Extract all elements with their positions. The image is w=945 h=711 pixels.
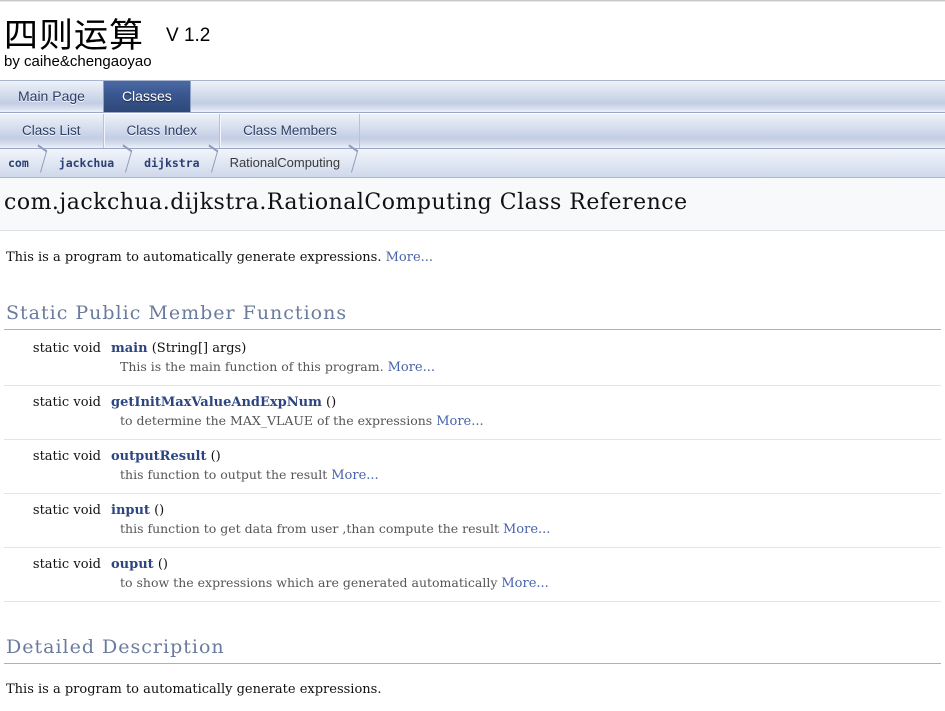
member-signature: main (String[] args) (110, 332, 941, 357)
member-signature: ouput () (110, 548, 941, 573)
tab-class-index-link[interactable]: Class Index (103, 114, 221, 148)
tab-classes[interactable]: Classes (102, 81, 191, 112)
breadcrumb-list: com jackchua dijkstra RationalComputing (0, 149, 945, 177)
breadcrumb-label-rationalcomputing: RationalComputing (229, 155, 341, 170)
breadcrumb-link-dijkstra[interactable]: dijkstra (144, 156, 199, 170)
member-more-link-ouput[interactable]: More... (501, 576, 548, 591)
table-row: static void input () (4, 494, 941, 519)
member-args: () (210, 448, 221, 464)
member-description-text: This is the main function of this progra… (120, 358, 384, 374)
member-return-type: static void (32, 340, 101, 356)
member-more-link-getinitmaxvalueandexpnum[interactable]: More... (436, 414, 483, 429)
secondary-tab-list: Class List Class Index Class Members (0, 114, 945, 148)
member-return-type: static void (32, 556, 101, 572)
project-header: 四则运算 V 1.2 by caihe&chengaoyao (0, 2, 945, 80)
member-description: This is the main function of this progra… (110, 357, 941, 385)
detailed-description-text: This is a program to automatically gener… (6, 681, 382, 697)
table-row: static void main (String[] args) (4, 332, 941, 357)
member-description: this function to output the result More.… (110, 465, 941, 493)
member-description: to show the expressions which are genera… (110, 573, 941, 601)
member-signature: outputResult () (110, 440, 941, 465)
member-name-link-outputresult[interactable]: outputResult (111, 449, 206, 464)
member-name-link-main[interactable]: main (111, 341, 148, 356)
tab-class-list-link[interactable]: Class List (0, 114, 104, 148)
tab-main-page[interactable]: Main Page (0, 81, 103, 112)
member-description-text: to show the expressions which are genera… (120, 574, 498, 590)
table-row: static void ouput () (4, 548, 941, 573)
member-args: (String[] args) (151, 340, 247, 356)
class-brief-text: This is a program to automatically gener… (6, 250, 382, 266)
member-desc-spacer (4, 357, 110, 385)
member-signature: getInitMaxValueAndExpNum () (110, 386, 941, 411)
member-name-link-getinitmaxvalueandexpnum[interactable]: getInitMaxValueAndExpNum (111, 395, 322, 410)
secondary-tab-bar: Class List Class Index Class Members (0, 113, 945, 149)
tab-class-list[interactable]: Class List (0, 114, 104, 148)
member-args: () (326, 394, 337, 410)
table-row: static void outputResult () (4, 440, 941, 465)
project-title: 四则运算 V 1.2 (4, 8, 210, 57)
table-row: static void getInitMaxValueAndExpNum () (4, 386, 941, 411)
primary-tab-bar: Main Page Classes (0, 80, 945, 113)
tab-class-index[interactable]: Class Index (103, 114, 221, 148)
member-name-link-ouput[interactable]: ouput (111, 557, 154, 572)
breadcrumb-item-rationalcomputing: RationalComputing (222, 149, 363, 177)
page-contents: This is a program to automatically gener… (0, 231, 945, 697)
breadcrumb-item-jackchua[interactable]: jackchua (51, 149, 136, 177)
project-title-text: 四则运算 (4, 16, 144, 56)
member-return-type: static void (32, 394, 101, 410)
breadcrumb-link-com[interactable]: com (8, 156, 29, 170)
member-description: this function to get data from user ,tha… (110, 519, 941, 547)
member-desc-spacer (4, 519, 110, 547)
member-description-text: this function to get data from user ,tha… (120, 520, 499, 536)
member-return-type: static void (32, 448, 101, 464)
section-heading-static-public-member-functions: Static Public Member Functions (4, 302, 941, 330)
row-separator (4, 600, 941, 602)
primary-tab-list: Main Page Classes (0, 81, 945, 112)
table-row-description: This is the main function of this progra… (4, 357, 941, 385)
member-args: () (157, 556, 168, 572)
class-brief-description: This is a program to automatically gener… (4, 231, 941, 268)
page-title: com.jackchua.dijkstra.RationalComputing … (4, 190, 688, 215)
brief-more-link[interactable]: More... (386, 250, 433, 265)
member-args: () (154, 502, 165, 518)
member-description: to determine the MAX_VLAUE of the expres… (110, 411, 941, 439)
member-desc-spacer (4, 411, 110, 439)
table-row-description: this function to output the result More.… (4, 465, 941, 493)
member-description-text: to determine the MAX_VLAUE of the expres… (120, 412, 433, 428)
member-return-type: static void (32, 502, 101, 518)
breadcrumb: com jackchua dijkstra RationalComputing (0, 149, 945, 178)
tab-class-members[interactable]: Class Members (220, 114, 360, 148)
member-signature: input () (110, 494, 941, 519)
page-title-wrapper: com.jackchua.dijkstra.RationalComputing … (4, 190, 945, 216)
member-description-text: this function to output the result (120, 466, 328, 482)
breadcrumb-link-jackchua[interactable]: jackchua (59, 156, 114, 170)
project-author: by caihe&chengaoyao (4, 53, 152, 70)
table-row-description: this function to get data from user ,tha… (4, 519, 941, 547)
member-more-link-input[interactable]: More... (503, 522, 550, 537)
breadcrumb-item-dijkstra[interactable]: dijkstra (136, 149, 221, 177)
member-more-link-outputresult[interactable]: More... (331, 468, 378, 483)
breadcrumb-item-com[interactable]: com (0, 149, 51, 177)
section-heading-detailed-description: Detailed Description (4, 636, 941, 664)
table-row-description: to determine the MAX_VLAUE of the expres… (4, 411, 941, 439)
member-more-link-main[interactable]: More... (388, 360, 435, 375)
tab-classes-link[interactable]: Classes (102, 81, 191, 112)
page-title-header: com.jackchua.dijkstra.RationalComputing … (0, 178, 945, 232)
table-row-description: to show the expressions which are genera… (4, 573, 941, 601)
member-desc-spacer (4, 573, 110, 601)
member-desc-spacer (4, 465, 110, 493)
tab-class-members-link[interactable]: Class Members (220, 114, 360, 148)
member-name-link-input[interactable]: input (111, 503, 150, 518)
member-functions-table: static void main (String[] args) This is… (4, 332, 941, 602)
tab-main-page-link[interactable]: Main Page (0, 81, 103, 112)
project-version: V 1.2 (166, 25, 211, 46)
